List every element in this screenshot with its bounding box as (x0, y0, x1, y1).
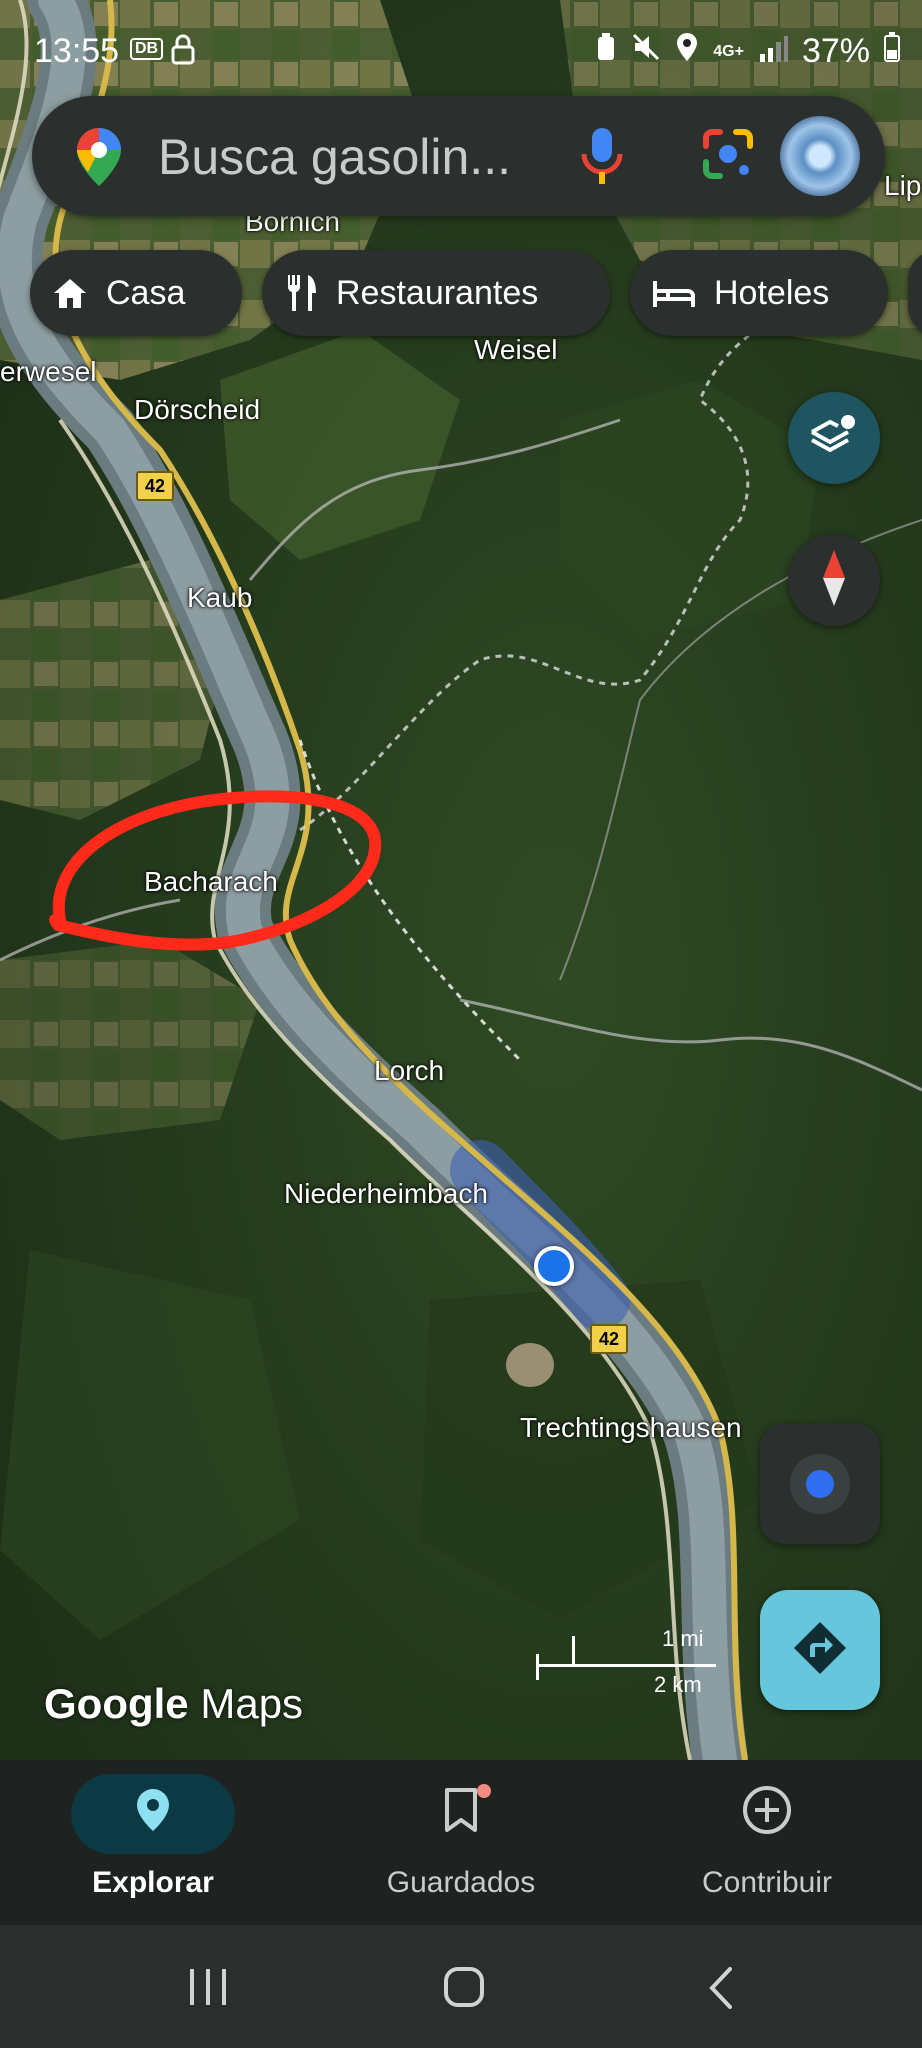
chip-label: Restaurantes (336, 273, 539, 312)
location-icon (675, 32, 699, 71)
system-navigation-bar (0, 1925, 922, 2048)
road-shield-42: 42 (590, 1324, 628, 1354)
nav-label: Explorar (92, 1866, 214, 1899)
layers-button[interactable] (788, 392, 880, 484)
nav-label: Guardados (386, 1866, 536, 1899)
place-label[interactable]: erwesel (0, 356, 96, 388)
layers-icon (808, 410, 860, 467)
nav-saved[interactable]: Guardados (336, 1760, 586, 1925)
compass-button[interactable] (788, 534, 880, 626)
home-icon (52, 276, 88, 310)
back-icon[interactable] (706, 1965, 736, 2016)
home-button-icon[interactable] (442, 1965, 486, 2014)
scale-km: 2 km (654, 1672, 702, 1697)
bottom-navigation: Explorar Guardados Contribuir (0, 1760, 922, 1925)
nav-explore[interactable]: Explorar (28, 1760, 278, 1925)
place-label[interactable]: Dörscheid (134, 394, 260, 426)
google-maps-watermark: Google Maps (44, 1680, 304, 1727)
place-label[interactable]: Bacharach (144, 866, 278, 898)
nav-label: Contribuir (701, 1866, 833, 1899)
chip-home[interactable]: Casa (30, 250, 242, 336)
my-location-icon (790, 1454, 850, 1514)
db-badge: DB (130, 38, 164, 60)
directions-button[interactable] (760, 1590, 880, 1710)
battery-percentage: 37% (801, 32, 870, 70)
chip-hotels[interactable]: Hoteles (630, 250, 888, 336)
lock-icon (170, 34, 196, 75)
place-label[interactable]: Trechtingshausen (520, 1412, 742, 1444)
signal-icon (758, 32, 788, 71)
nav-contribute[interactable]: Contribuir (642, 1760, 892, 1925)
place-label[interactable]: Kaub (187, 582, 252, 614)
battery-saver-icon (595, 32, 617, 71)
chip-label: Hoteles (714, 273, 830, 312)
add-circle-icon (741, 1784, 793, 1844)
chip-label: Casa (106, 273, 186, 312)
my-location-button[interactable] (760, 1424, 880, 1544)
place-label[interactable]: Niederheimbach (284, 1178, 488, 1210)
profile-avatar[interactable] (780, 116, 860, 196)
scale-miles: 1 mi (662, 1626, 704, 1651)
search-input[interactable]: Busca gasolin... (158, 128, 511, 186)
annotation-circle (49, 790, 382, 951)
status-time: 13:55 (34, 32, 120, 70)
location-pin-icon (135, 1787, 171, 1841)
chip-restaurants[interactable]: Restaurantes (262, 250, 610, 336)
mute-icon (631, 32, 661, 71)
current-location-dot[interactable] (534, 1246, 574, 1286)
fork-knife-icon (284, 273, 318, 313)
scale-bar: 1 mi 2 km (536, 1624, 716, 1697)
compass-icon (819, 548, 849, 613)
search-bar[interactable]: Busca gasolin... (32, 96, 885, 216)
microphone-icon[interactable] (580, 126, 624, 191)
road-shield-42: 42 (136, 471, 174, 501)
recent-apps-icon[interactable] (186, 1967, 230, 2012)
network-type-label: 4G+ (713, 42, 744, 60)
google-maps-logo-icon (74, 126, 124, 193)
battery-icon (884, 32, 900, 71)
google-lens-icon[interactable] (700, 126, 756, 187)
notification-dot (477, 1784, 491, 1798)
bookmark-icon (441, 1786, 481, 1842)
place-label[interactable]: Lorch (374, 1055, 444, 1087)
status-bar: 13:55 DB 4G+ 37% (0, 0, 922, 100)
bed-icon (652, 277, 696, 309)
place-label[interactable]: Weisel (474, 334, 558, 366)
place-label[interactable]: Lip (884, 170, 921, 202)
directions-icon (791, 1619, 849, 1682)
